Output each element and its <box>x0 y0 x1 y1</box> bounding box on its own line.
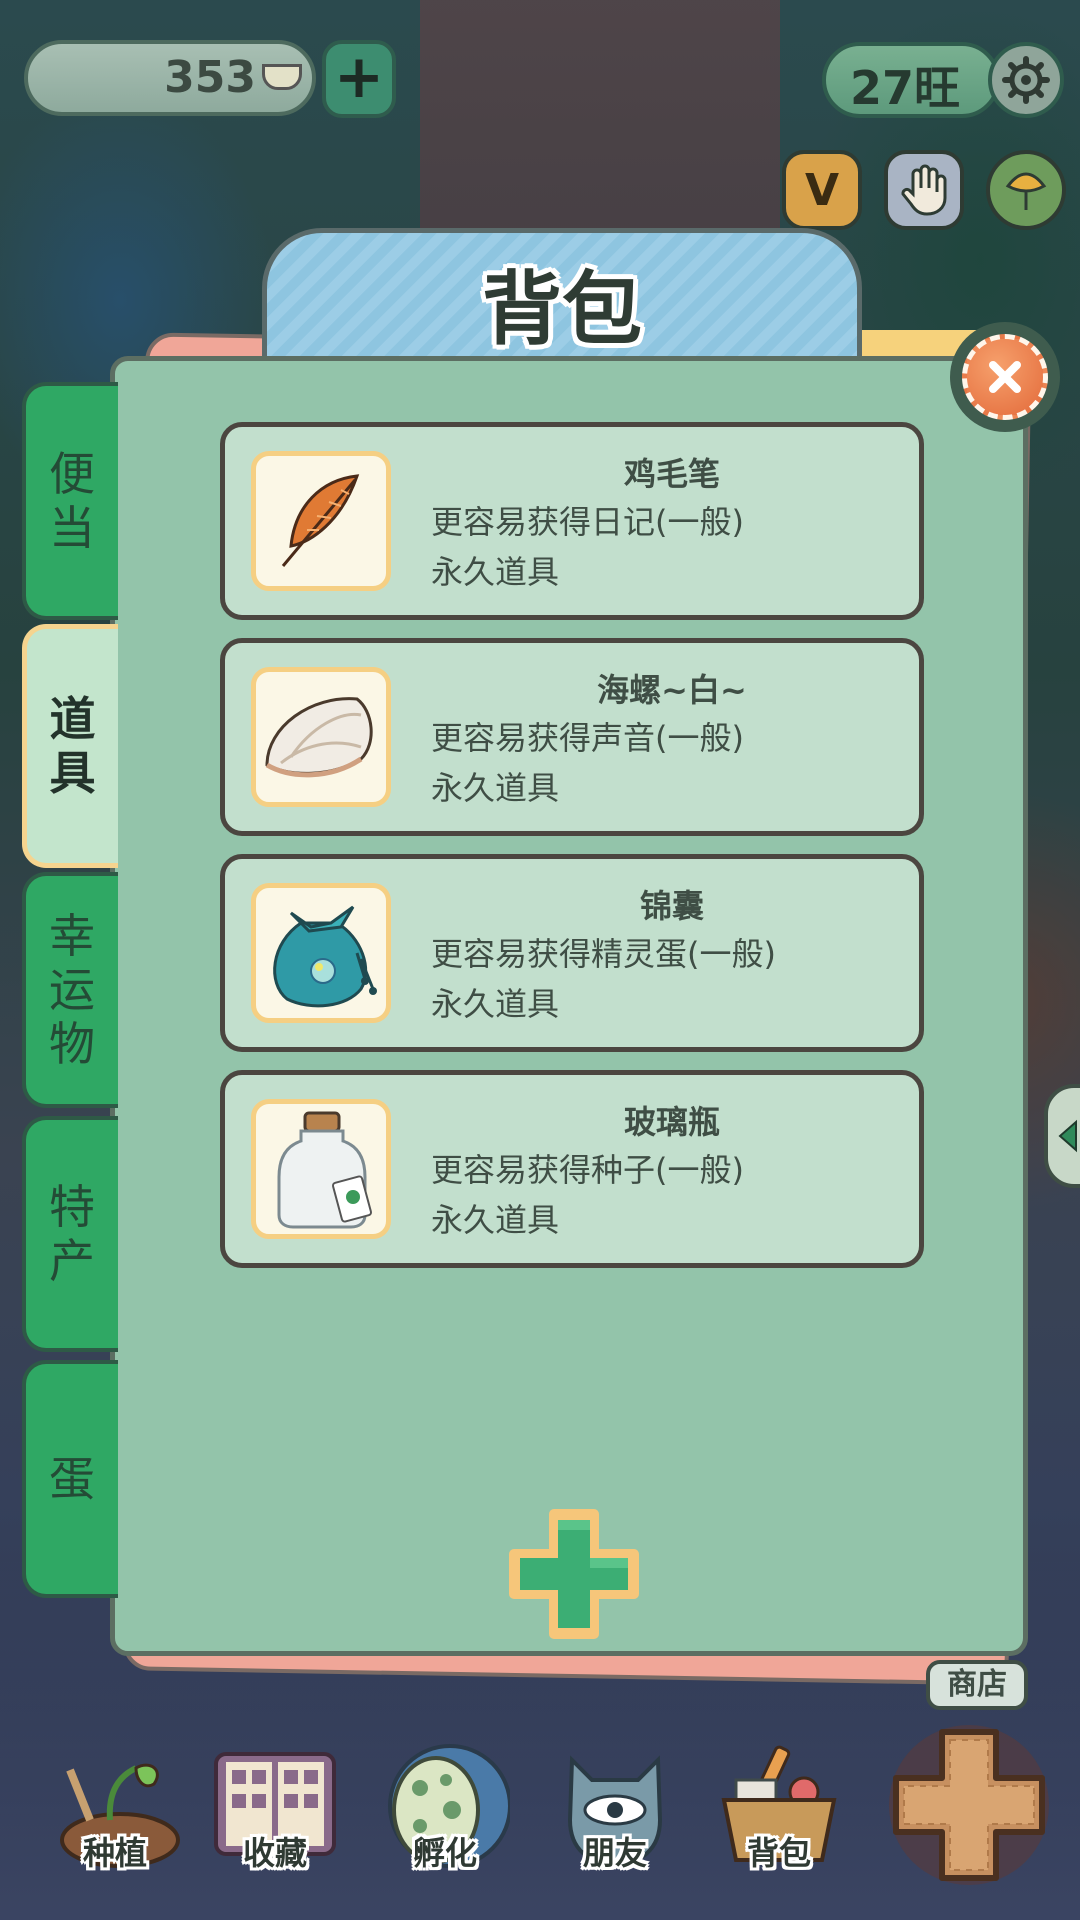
nav-collection-label: 收藏 <box>242 1834 307 1872</box>
item-type: 永久道具 <box>431 1201 560 1239</box>
ginkgo-button[interactable] <box>986 150 1066 230</box>
tab-bento[interactable]: 便当 <box>22 382 118 620</box>
close-icon <box>989 361 1021 393</box>
side-expand-arrow[interactable] <box>1044 1084 1080 1188</box>
tab-bento-label: 便当 <box>49 447 95 555</box>
list-item[interactable]: 锦囊 更容易获得精灵蛋(一般) 永久道具 <box>220 854 924 1052</box>
item-name: 玻璃瓶 <box>623 1103 720 1141</box>
vip-button[interactable]: V <box>782 150 862 230</box>
tab-eggs-label: 蛋 <box>49 1452 95 1506</box>
tab-items[interactable]: 道具 <box>22 624 118 868</box>
nav-backpack-label: 背包 <box>746 1834 811 1872</box>
tab-items-label: 道具 <box>49 692 96 800</box>
leaf-icon <box>1005 172 1047 210</box>
item-description: 更容易获得日记(一般) <box>431 503 744 541</box>
feather-icon <box>281 474 360 567</box>
tab-lucky-items-label: 幸运物 <box>49 909 95 1071</box>
item-type: 永久道具 <box>431 553 560 591</box>
tab-eggs[interactable]: 蛋 <box>22 1360 118 1598</box>
add-coins-button[interactable]: + <box>322 40 396 118</box>
conch-icon <box>265 697 373 778</box>
coin-counter: 353 <box>24 40 316 116</box>
item-type: 永久道具 <box>431 985 560 1023</box>
item-description: 更容易获得声音(一般) <box>431 719 744 757</box>
shop-button[interactable] <box>884 1720 1054 1890</box>
plus-icon: + <box>333 42 385 112</box>
item-description: 更容易获得种子(一般) <box>431 1151 744 1189</box>
shop-label: 商店 <box>926 1660 1028 1710</box>
pouch-icon <box>273 905 377 1008</box>
v-icon: V <box>804 164 840 216</box>
nav-plant-label: 种植 <box>82 1834 147 1872</box>
plus-icon <box>509 1509 639 1639</box>
nav-friends[interactable]: 朋友 <box>540 1730 690 1880</box>
tab-specialties[interactable]: 特产 <box>22 1116 118 1352</box>
arrow-left-icon <box>1058 1119 1077 1153</box>
item-name: 鸡毛笔 <box>623 455 720 493</box>
coin-value: 353 <box>164 52 256 103</box>
touch-button[interactable] <box>884 150 964 230</box>
item-description: 更容易获得精灵蛋(一般) <box>431 935 776 973</box>
list-item[interactable]: 鸡毛笔 更容易获得日记(一般) 永久道具 <box>220 422 924 620</box>
level-counter: 27旺 <box>822 42 1000 118</box>
add-item-button[interactable] <box>508 1508 640 1640</box>
item-name: 锦囊 <box>639 887 704 925</box>
nav-backpack[interactable]: 背包 <box>704 1730 854 1880</box>
level-value: 27旺 <box>849 61 960 115</box>
settings-button[interactable] <box>988 42 1064 118</box>
tab-lucky-items[interactable]: 幸运物 <box>22 872 118 1108</box>
coin-icon <box>262 64 302 90</box>
tab-specialties-label: 特产 <box>49 1180 95 1288</box>
nav-hatch[interactable]: 孵化 <box>370 1730 520 1880</box>
nav-plant[interactable]: 种植 <box>40 1730 190 1880</box>
item-name: 海螺~白~ <box>597 671 747 709</box>
shop-plus-icon <box>889 1725 1049 1885</box>
gear-icon <box>1002 56 1050 104</box>
hand-icon <box>901 164 947 216</box>
list-item[interactable]: 海螺~白~ 更容易获得声音(一般) 永久道具 <box>220 638 924 836</box>
item-type: 永久道具 <box>431 769 560 807</box>
close-button[interactable] <box>950 322 1060 432</box>
nav-friends-label: 朋友 <box>582 1834 647 1872</box>
list-item[interactable]: 玻璃瓶 更容易获得种子(一般) 永久道具 <box>220 1070 924 1268</box>
nav-hatch-label: 孵化 <box>412 1834 477 1872</box>
panel-title: 背包 <box>482 263 642 356</box>
glass-bottle-icon <box>277 1111 372 1229</box>
nav-collection[interactable]: 收藏 <box>200 1730 350 1880</box>
